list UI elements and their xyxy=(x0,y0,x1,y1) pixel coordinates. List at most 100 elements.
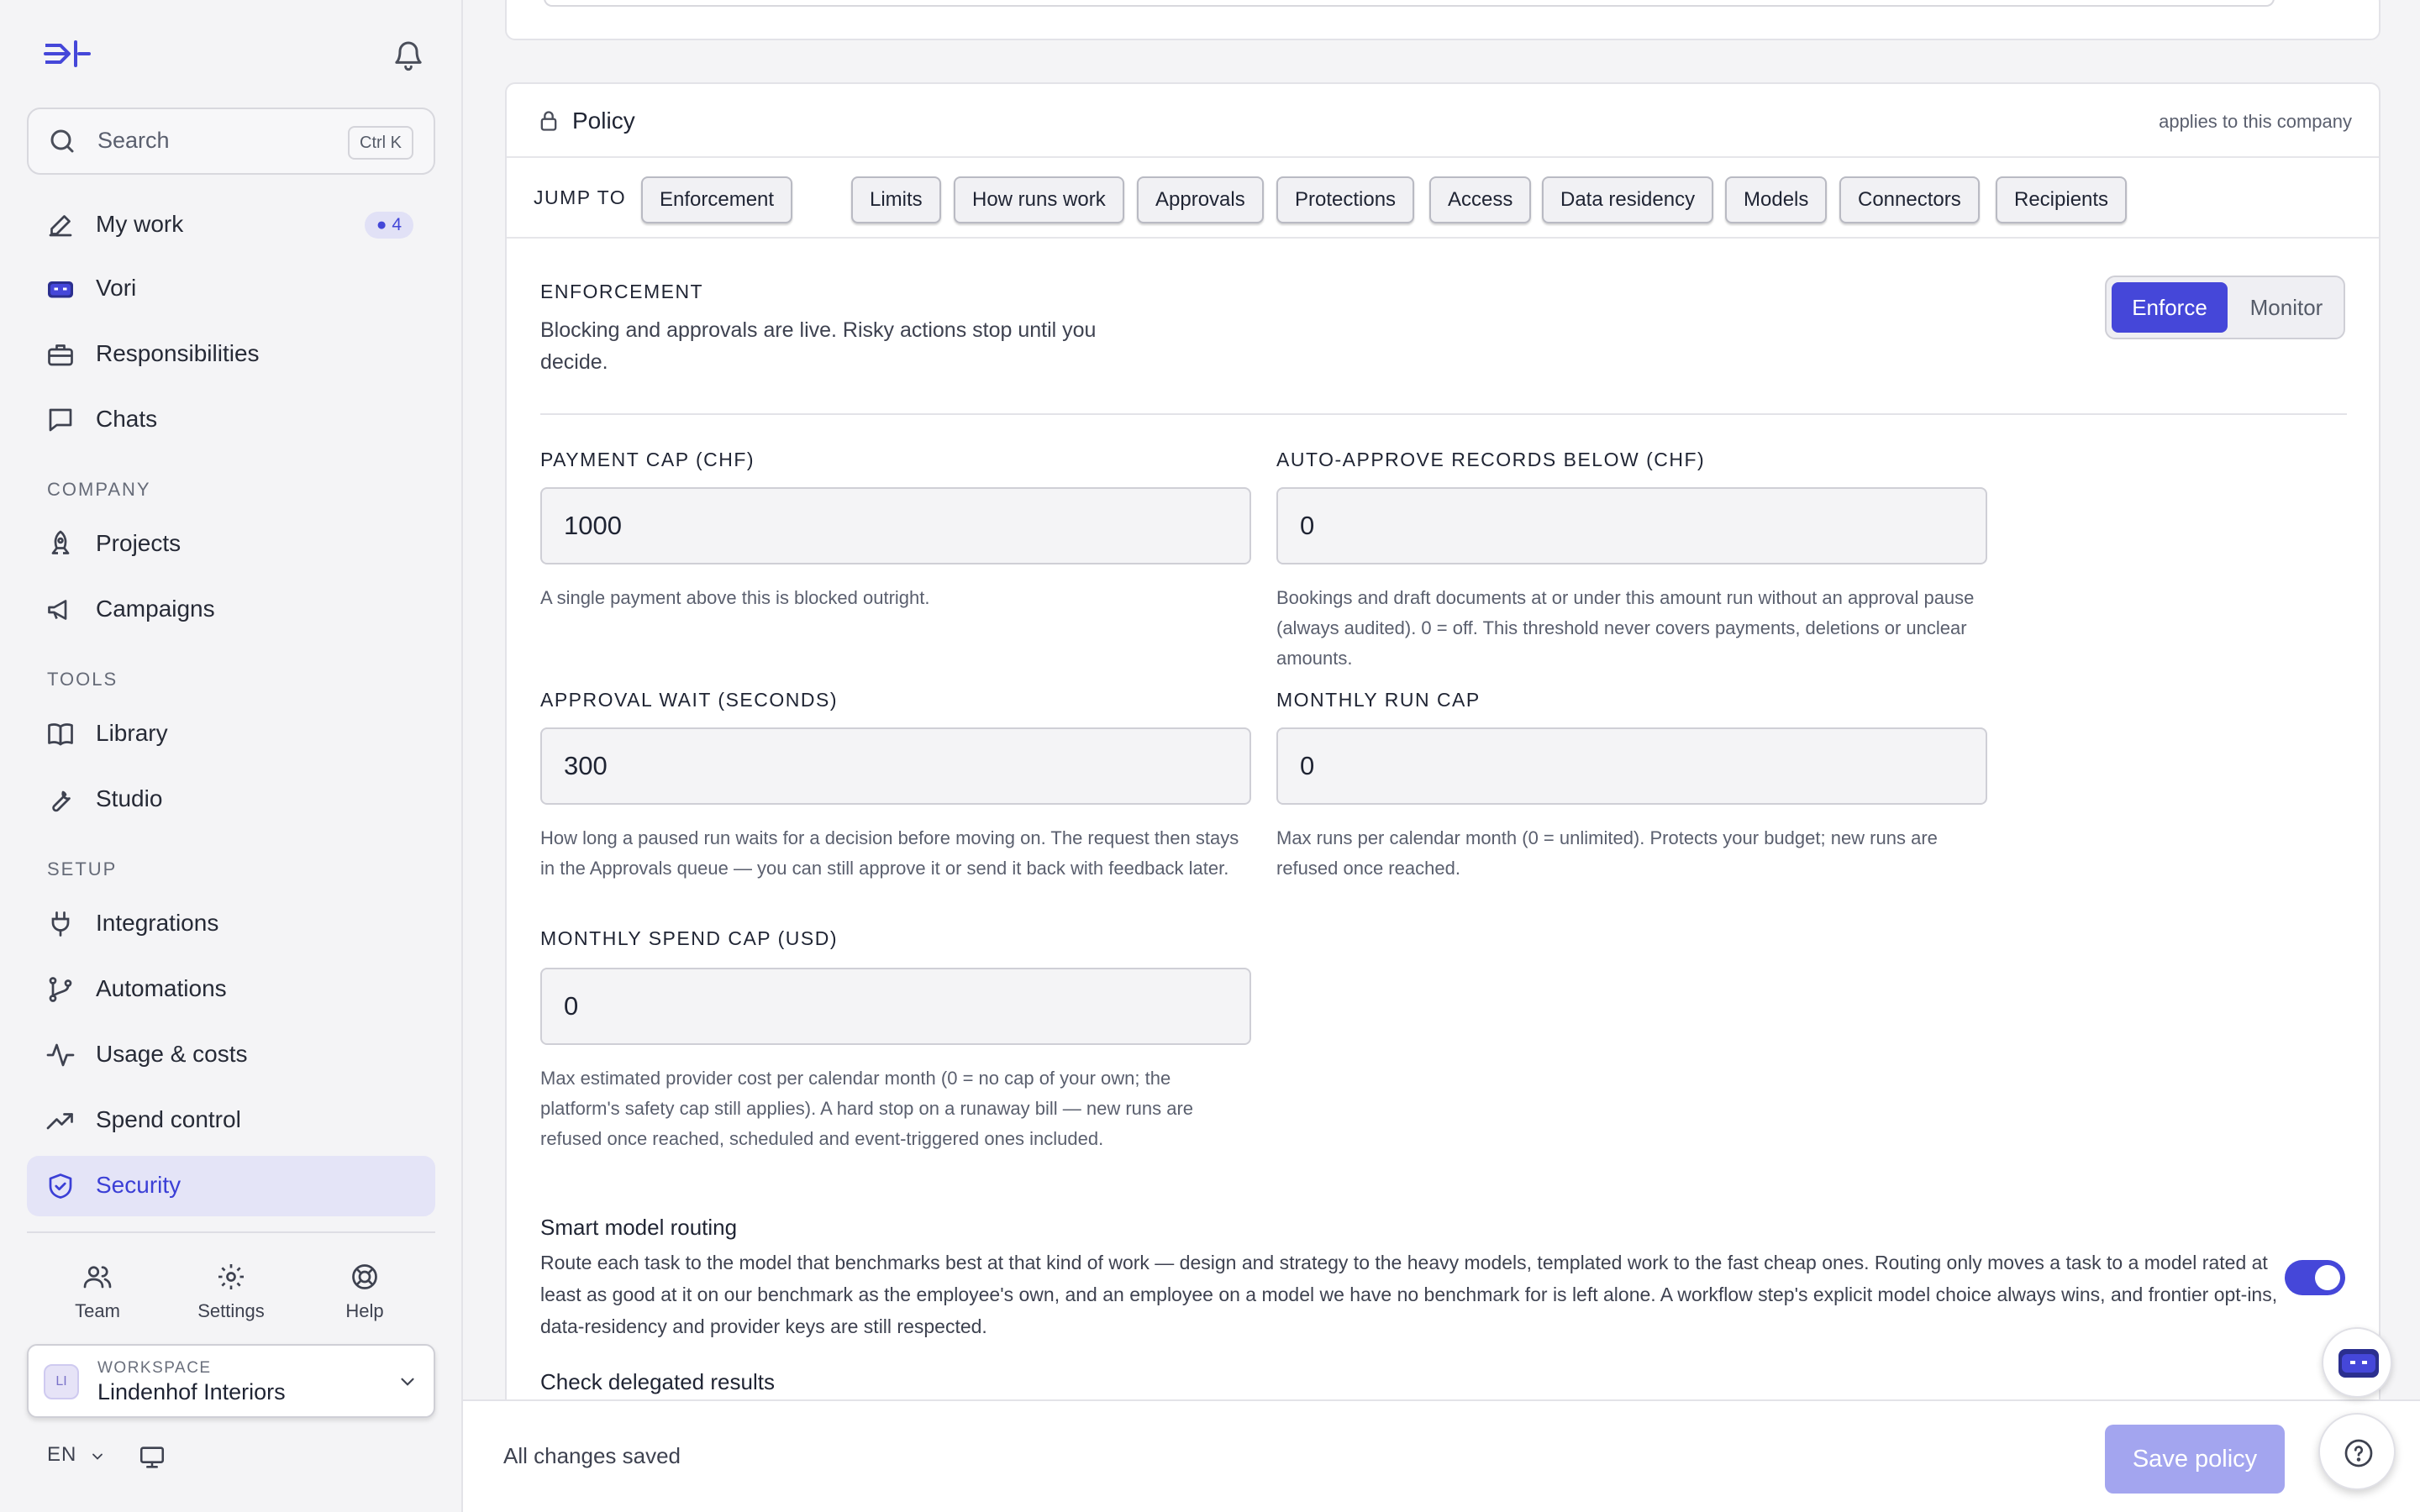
save-bar: All changes saved Save policy xyxy=(463,1399,2420,1512)
previous-section-card xyxy=(505,0,2381,40)
branch-icon xyxy=(49,977,72,1002)
smart-routing-toggle[interactable] xyxy=(2285,1260,2345,1295)
nav-library[interactable]: Library xyxy=(27,704,435,764)
nav-label: Spend control xyxy=(96,1106,241,1132)
toggle-knob xyxy=(2315,1265,2340,1290)
save-status: All changes saved xyxy=(503,1443,681,1468)
bell-icon[interactable] xyxy=(392,39,425,72)
jump-chip-approvals[interactable]: Approvals xyxy=(1137,176,1264,223)
approval-wait-help: How long a paused run waits for a decisi… xyxy=(540,827,1239,879)
monthly-run-cap-label: MONTHLY RUN CAP xyxy=(1276,689,1481,711)
chevron-down-icon[interactable] xyxy=(89,1448,106,1465)
trend-icon xyxy=(46,1113,73,1130)
smart-routing-title: Smart model routing xyxy=(540,1215,738,1240)
chat-icon xyxy=(49,408,72,432)
monthly-spend-cap-label: MONTHLY SPEND CAP (USD) xyxy=(540,927,838,949)
jump-chip-access[interactable]: Access xyxy=(1429,176,1532,223)
activity-icon xyxy=(46,1043,75,1067)
megaphone-icon xyxy=(48,600,67,620)
nav-label: Usage & costs xyxy=(96,1041,248,1067)
nav-spend-control[interactable]: Spend control xyxy=(27,1090,435,1151)
jump-chip-data-residency[interactable]: Data residency xyxy=(1542,176,1714,223)
jump-chip-how-runs-work[interactable]: How runs work xyxy=(954,176,1124,223)
monthly-run-cap-input[interactable] xyxy=(1276,727,1987,805)
section-tools: TOOLS xyxy=(47,669,118,690)
jump-chip-connectors[interactable]: Connectors xyxy=(1839,176,1980,223)
nav-integrations[interactable]: Integrations xyxy=(27,894,435,954)
nav-automations[interactable]: Automations xyxy=(27,959,435,1020)
search-shortcut: Ctrl K xyxy=(348,126,413,160)
pencil-icon xyxy=(49,215,72,237)
lifebuoy-icon xyxy=(352,1264,377,1289)
gear-icon xyxy=(218,1264,244,1289)
sidebar: Search Ctrl K My work ● 4 Vori Responsib… xyxy=(0,0,463,1512)
tab-label: Settings xyxy=(197,1300,265,1321)
policy-card: Policy applies to this company JUMP TO E… xyxy=(505,82,2381,1512)
nav-my-work[interactable]: My work ● 4 xyxy=(27,195,435,255)
help-button[interactable] xyxy=(2318,1413,2396,1490)
tab-help[interactable]: Help xyxy=(314,1262,415,1322)
search-placeholder: Search xyxy=(97,128,170,153)
nav-label: My work xyxy=(96,211,184,237)
jump-chip-enforcement[interactable]: Enforcement xyxy=(641,176,793,223)
language-selector[interactable]: EN xyxy=(47,1443,76,1467)
jump-chip-limits[interactable]: Limits xyxy=(851,176,941,223)
assistant-launcher[interactable] xyxy=(2322,1327,2392,1398)
nav-vori[interactable]: Vori xyxy=(27,259,435,319)
shield-icon xyxy=(49,1173,72,1199)
section-company: COMPANY xyxy=(47,479,151,500)
logo-icon[interactable] xyxy=(42,37,92,71)
monthly-spend-cap-input[interactable] xyxy=(540,968,1251,1045)
sidebar-divider xyxy=(27,1231,435,1233)
tab-team[interactable]: Team xyxy=(47,1262,148,1322)
search-input[interactable]: Search Ctrl K xyxy=(27,108,435,175)
jump-to-label: JUMP TO xyxy=(534,186,627,208)
section-setup: SETUP xyxy=(47,858,118,879)
count-badge: ● 4 xyxy=(364,212,413,239)
nav-chats[interactable]: Chats xyxy=(27,390,435,450)
jump-chip-protections[interactable]: Protections xyxy=(1276,176,1415,223)
enforce-option[interactable]: Enforce xyxy=(2112,282,2228,333)
nav-projects[interactable]: Projects xyxy=(27,514,435,575)
nav-label: Chats xyxy=(96,406,158,432)
nav-label: Campaigns xyxy=(96,596,215,622)
check-delegated-title: Check delegated results xyxy=(540,1369,775,1394)
nav-label: Vori xyxy=(96,275,137,301)
enforcement-heading: ENFORCEMENT xyxy=(540,281,704,302)
tab-settings[interactable]: Settings xyxy=(181,1262,281,1322)
policy-header: Policy applies to this company xyxy=(507,84,2379,158)
nav-usage-costs[interactable]: Usage & costs xyxy=(27,1025,435,1085)
monitor-icon[interactable] xyxy=(138,1443,166,1472)
badge-count: 4 xyxy=(392,215,402,234)
save-policy-button[interactable]: Save policy xyxy=(2105,1425,2285,1494)
jump-chip-models[interactable]: Models xyxy=(1725,176,1828,223)
search-icon xyxy=(50,129,74,153)
nav-label: Projects xyxy=(96,530,182,556)
tab-label: Team xyxy=(75,1300,120,1321)
auto-approve-label: AUTO-APPROVE RECORDS BELOW (CHF) xyxy=(1276,449,1706,470)
robot-icon xyxy=(48,281,73,298)
payment-cap-input[interactable] xyxy=(540,487,1251,564)
enforcement-mode-toggle: Enforce Monitor xyxy=(2105,276,2345,339)
nav-studio[interactable]: Studio xyxy=(27,769,435,830)
robot-icon xyxy=(2338,1349,2379,1378)
approval-wait-input[interactable] xyxy=(540,727,1251,805)
nav-label: Integrations xyxy=(96,910,219,936)
nav-campaigns[interactable]: Campaigns xyxy=(27,580,435,640)
nav-responsibilities[interactable]: Responsibilities xyxy=(27,324,435,385)
auto-approve-input[interactable] xyxy=(1276,487,1987,564)
app-root: Search Ctrl K My work ● 4 Vori Responsib… xyxy=(0,0,2420,1512)
nav-security[interactable]: Security xyxy=(27,1156,435,1216)
workspace-avatar: LI xyxy=(44,1364,79,1399)
payment-cap-help: A single payment above this is blocked o… xyxy=(540,587,930,608)
tab-label: Help xyxy=(345,1300,384,1321)
briefcase-icon xyxy=(48,344,73,366)
payment-cap-label: PAYMENT CAP (CHF) xyxy=(540,449,755,470)
policy-scope: applies to this company xyxy=(2159,111,2352,132)
monitor-option[interactable]: Monitor xyxy=(2234,282,2338,333)
workspace-switcher[interactable]: LI WORKSPACE Lindenhof Interiors xyxy=(27,1344,435,1418)
enforcement-description: Blocking and approvals are live. Risky a… xyxy=(540,318,1097,374)
jump-chip-recipients[interactable]: Recipients xyxy=(1996,176,2128,223)
previous-section-field xyxy=(544,0,2275,7)
monthly-run-cap-help: Max runs per calendar month (0 = unlimit… xyxy=(1276,827,1938,879)
